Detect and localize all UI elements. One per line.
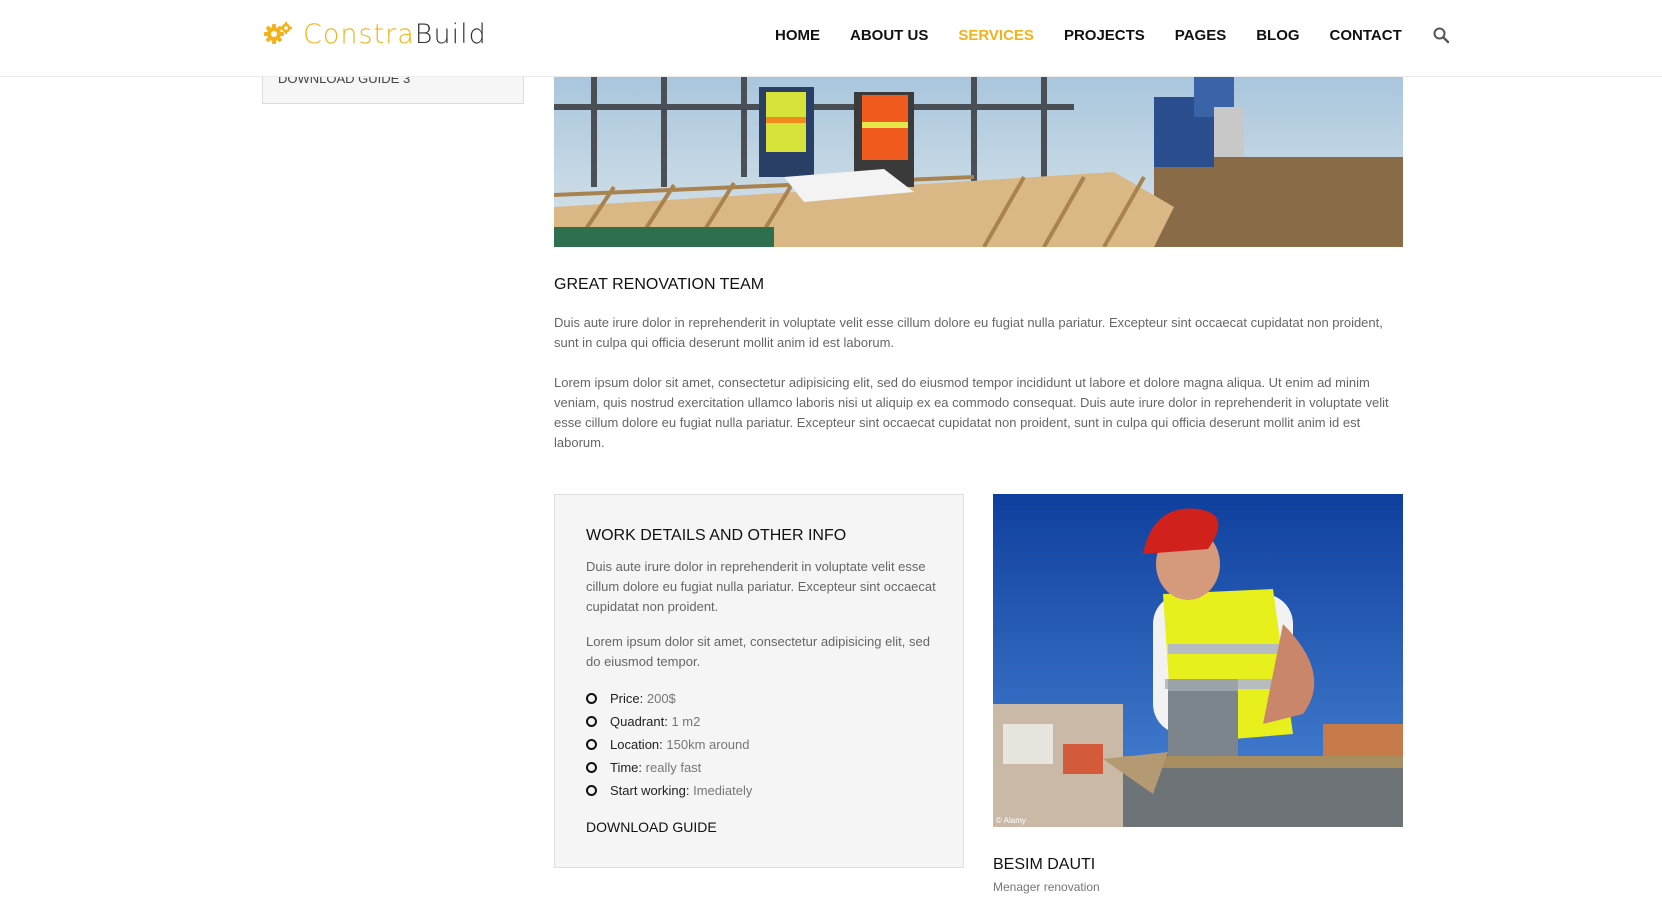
detail-value: 1 m2 bbox=[671, 714, 701, 729]
detail-label: Start working: bbox=[610, 783, 690, 798]
detail-price: Price: 200$ bbox=[586, 687, 752, 710]
work-details-list: Price: 200$ Quadrant: 1 m2 Location: 150… bbox=[586, 687, 752, 802]
circle-bullet-icon bbox=[586, 785, 597, 796]
work-details-box: WORK DETAILS AND OTHER INFO Duis aute ir… bbox=[554, 494, 964, 868]
nav-blog[interactable]: BLOG bbox=[1256, 27, 1299, 44]
bricklayer-image bbox=[993, 494, 1403, 827]
nav-pages[interactable]: PAGES bbox=[1175, 27, 1226, 44]
gears-icon bbox=[264, 22, 292, 44]
brand-name-part2: Build bbox=[414, 18, 487, 50]
detail-location: Location: 150km around bbox=[586, 733, 752, 756]
intro-paragraph-2: Lorem ipsum dolor sit amet, consectetur … bbox=[554, 375, 1389, 450]
circle-bullet-icon bbox=[586, 693, 597, 704]
main-nav: HOME ABOUT US SERVICES PROJECTS PAGES BL… bbox=[775, 24, 1450, 46]
work-details-paragraph-1: Duis aute irure dolor in reprehenderit i… bbox=[586, 559, 936, 614]
brand-logo[interactable]: ConstraBuild bbox=[263, 18, 487, 50]
detail-label: Location: bbox=[610, 737, 663, 752]
work-details-title: WORK DETAILS AND OTHER INFO bbox=[586, 527, 847, 544]
nav-services[interactable]: SERVICES bbox=[958, 27, 1034, 44]
circle-bullet-icon bbox=[586, 762, 597, 773]
detail-value: 150km around bbox=[666, 737, 750, 752]
nav-home[interactable]: HOME bbox=[775, 27, 820, 44]
circle-bullet-icon bbox=[586, 739, 597, 750]
circle-bullet-icon bbox=[586, 716, 597, 727]
team-member-name: BESIM DAUTI bbox=[993, 856, 1096, 873]
detail-value: 200$ bbox=[646, 691, 676, 706]
detail-start-working: Start working: Imediately bbox=[586, 779, 752, 802]
team-member-role: Menager renovation bbox=[993, 880, 1100, 894]
detail-time: Time: really fast bbox=[586, 756, 752, 779]
construction-workers-image bbox=[554, 77, 1403, 247]
brand-name: ConstraBuild bbox=[303, 19, 487, 50]
download-guide-link[interactable]: DOWNLOAD GUIDE bbox=[586, 819, 717, 835]
nav-about-us[interactable]: ABOUT US bbox=[850, 27, 928, 44]
team-member-photo: © Alamy bbox=[993, 494, 1403, 827]
nav-contact[interactable]: CONTACT bbox=[1330, 27, 1402, 44]
detail-label: Price: bbox=[610, 691, 644, 706]
detail-value: Imediately bbox=[693, 783, 753, 798]
search-icon[interactable] bbox=[1432, 26, 1450, 44]
work-details-paragraph-2: Lorem ipsum dolor sit amet, consectetur … bbox=[586, 634, 930, 669]
detail-label: Time: bbox=[610, 760, 643, 775]
detail-value: really fast bbox=[645, 760, 702, 775]
detail-label: Quadrant: bbox=[610, 714, 668, 729]
detail-quadrant: Quadrant: 1 m2 bbox=[586, 710, 752, 733]
hero-image bbox=[554, 77, 1403, 247]
nav-projects[interactable]: PROJECTS bbox=[1064, 27, 1145, 44]
site-header: ConstraBuild HOME ABOUT US SERVICES PROJ… bbox=[0, 0, 1662, 77]
intro-paragraph-1: Duis aute irure dolor in reprehenderit i… bbox=[554, 315, 1383, 350]
section-title: GREAT RENOVATION TEAM bbox=[554, 276, 765, 293]
brand-name-part1: Constra bbox=[303, 18, 415, 50]
photo-credit: © Alamy bbox=[996, 816, 1026, 825]
